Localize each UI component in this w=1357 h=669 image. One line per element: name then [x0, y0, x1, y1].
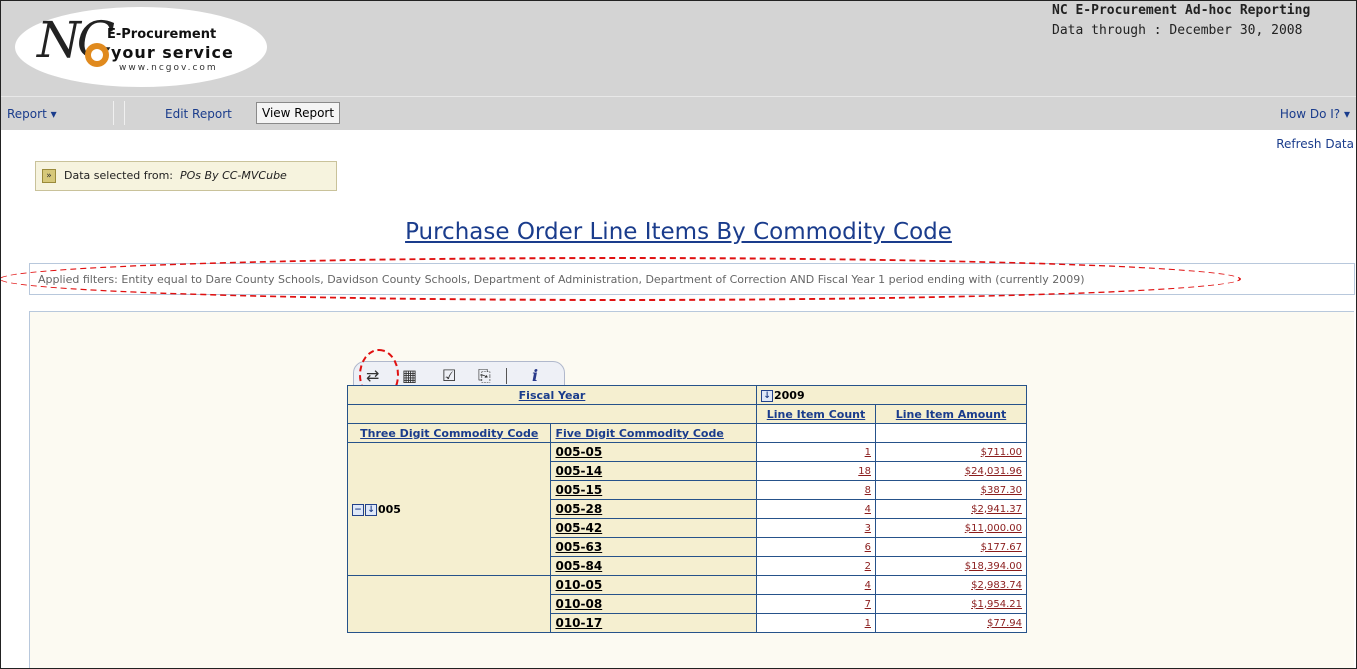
line-item-count-header[interactable]: Line Item Count	[756, 404, 876, 424]
logo-url: www.ncgov.com	[119, 63, 218, 73]
line-item-amount[interactable]: $18,394.00	[875, 556, 1027, 576]
nav-divider	[113, 101, 125, 125]
drill-down-icon[interactable]: ↓	[365, 503, 377, 516]
line-item-count[interactable]: 7	[756, 594, 876, 614]
line-item-amount[interactable]: $24,031.96	[875, 461, 1027, 481]
fiscal-year-header[interactable]: Fiscal Year	[347, 385, 757, 405]
logo-swoosh-icon	[85, 43, 109, 67]
data-source-label: Data selected from:	[64, 169, 173, 182]
line-item-count[interactable]: 4	[756, 575, 876, 595]
line-item-amount[interactable]: $2,983.74	[875, 575, 1027, 595]
app-title: NC E-Procurement Ad-hoc Reporting	[1052, 3, 1311, 18]
toolbar-divider	[506, 368, 507, 384]
commodity-code[interactable]: 005-05	[550, 442, 757, 462]
line-item-count[interactable]: 3	[756, 518, 876, 538]
commodity-code[interactable]: 005-15	[550, 480, 757, 500]
line-item-amount[interactable]: $387.30	[875, 480, 1027, 500]
line-item-count[interactable]: 4	[756, 499, 876, 519]
data-source-value: POs By CC-MVCube	[180, 169, 287, 182]
pivot-table: Fiscal Year ↓ 2009 Line Item Count Line I…	[346, 385, 1027, 633]
app-frame: NC E-Procurement your service www.ncgov.…	[0, 0, 1357, 669]
expand-chevron-icon[interactable]: »	[42, 169, 56, 183]
line-item-amount-header[interactable]: Line Item Amount	[875, 404, 1027, 424]
commodity-code[interactable]: 005-42	[550, 518, 757, 538]
nav-bar: Report ▾ Edit Report View Report How Do …	[1, 96, 1356, 130]
how-do-i-menu[interactable]: How Do I? ▾	[1280, 107, 1350, 121]
line-item-count[interactable]: 8	[756, 480, 876, 500]
info-icon[interactable]: i	[532, 368, 538, 384]
collapse-icon[interactable]: −	[352, 503, 364, 516]
line-item-amount[interactable]: $77.94	[875, 613, 1027, 633]
three-digit-header[interactable]: Three Digit Commodity Code	[346, 423, 552, 443]
commodity-code[interactable]: 005-63	[550, 537, 757, 557]
blank-cell	[756, 423, 876, 443]
export-icon[interactable]: ⎘	[478, 368, 491, 384]
commodity-code[interactable]: 005-84	[550, 556, 757, 576]
view-report-tab[interactable]: View Report	[256, 102, 341, 124]
report-menu[interactable]: Report ▾	[7, 107, 57, 121]
commodity-code[interactable]: 005-28	[550, 499, 757, 519]
data-through-date: Data through : December 30, 2008	[1052, 23, 1303, 38]
line-item-count[interactable]: 2	[756, 556, 876, 576]
header: NC E-Procurement your service www.ncgov.…	[1, 1, 1356, 96]
logo-line1: E-Procurement	[107, 27, 217, 42]
group-label: 005	[378, 502, 401, 516]
nc-logo[interactable]: NC E-Procurement your service www.ncgov.…	[15, 7, 267, 87]
options-icon[interactable]: ▦	[402, 368, 417, 384]
line-item-amount[interactable]: $711.00	[875, 442, 1027, 462]
commodity-code[interactable]: 010-17	[550, 613, 757, 633]
line-item-count[interactable]: 1	[756, 613, 876, 633]
commodity-code[interactable]: 010-05	[550, 575, 757, 595]
applied-filters: Applied filters: Entity equal to Dare Co…	[29, 263, 1355, 295]
refresh-data-link[interactable]: Refresh Data	[1276, 137, 1354, 151]
line-item-count[interactable]: 1	[756, 442, 876, 462]
five-digit-header[interactable]: Five Digit Commodity Code	[550, 423, 757, 443]
applied-filters-text: Applied filters: Entity equal to Dare Co…	[38, 273, 1085, 286]
year-label: 2009	[774, 388, 805, 402]
line-item-count[interactable]: 18	[756, 461, 876, 481]
drill-down-icon[interactable]: ↓	[761, 389, 773, 402]
line-item-amount[interactable]: $1,954.21	[875, 594, 1027, 614]
blank-cell	[875, 423, 1027, 443]
edit-report-link[interactable]: Edit Report	[165, 107, 232, 121]
line-item-amount[interactable]: $11,000.00	[875, 518, 1027, 538]
data-source-panel: » Data selected from: POs By CC-MVCube	[35, 161, 337, 191]
group-005: − ↓ 005	[346, 442, 552, 576]
pivot-icon[interactable]: ⇄	[366, 368, 379, 384]
year-header[interactable]: ↓ 2009	[756, 385, 1027, 405]
commodity-code[interactable]: 005-14	[550, 461, 757, 481]
line-item-amount[interactable]: $2,941.37	[875, 499, 1027, 519]
check-icon[interactable]: ☑	[442, 368, 456, 384]
header-spacer	[347, 404, 757, 424]
line-item-count[interactable]: 6	[756, 537, 876, 557]
report-title[interactable]: Purchase Order Line Items By Commodity C…	[1, 219, 1356, 245]
commodity-code[interactable]: 010-08	[550, 594, 757, 614]
line-item-amount[interactable]: $177.67	[875, 537, 1027, 557]
group-010	[346, 575, 552, 633]
logo-line2: your service	[111, 43, 234, 62]
